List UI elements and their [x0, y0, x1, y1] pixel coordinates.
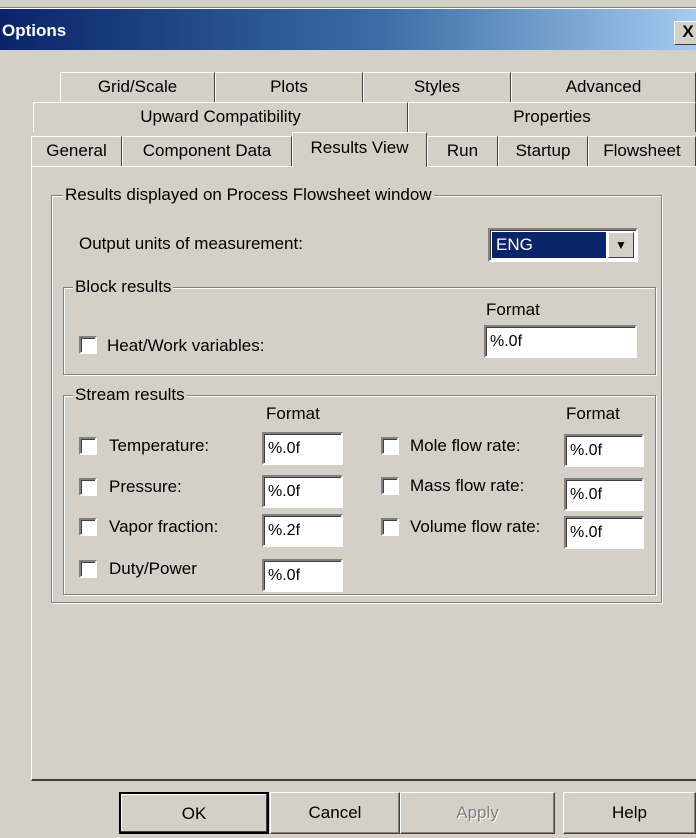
output-units-select[interactable]: ENG ▼ — [488, 228, 638, 262]
stream-format-header-right: Format — [566, 404, 620, 423]
vapor-fraction-format-field[interactable]: %.2f — [262, 514, 343, 547]
tab-run[interactable]: Run — [427, 136, 498, 166]
vapor-fraction-checkbox[interactable] — [79, 518, 97, 536]
volume-flow-label: Volume flow rate: — [410, 517, 541, 536]
tab-grid-scale[interactable]: Grid/Scale — [60, 72, 215, 102]
duty-power-format-field[interactable]: %.0f — [262, 559, 343, 592]
tab-upward-compatibility[interactable]: Upward Compatibility — [33, 102, 408, 132]
cancel-button[interactable]: Cancel — [270, 792, 400, 834]
duty-power-label: Duty/Power — [109, 559, 197, 578]
tab-advanced[interactable]: Advanced — [511, 72, 696, 102]
results-displayed-legend: Results displayed on Process Flowsheet w… — [63, 185, 434, 205]
tab-results-view[interactable]: Results View — [292, 132, 427, 167]
top-strip — [0, 0, 696, 8]
tab-styles[interactable]: Styles — [363, 72, 511, 102]
mass-flow-checkbox[interactable] — [381, 477, 399, 495]
output-units-label: Output units of measurement: — [79, 234, 303, 253]
temperature-label: Temperature: — [109, 436, 210, 455]
apply-button[interactable]: Apply — [400, 792, 555, 834]
duty-power-checkbox[interactable] — [79, 560, 97, 578]
mole-flow-label: Mole flow rate: — [410, 436, 521, 455]
pressure-format-field[interactable]: %.0f — [262, 475, 343, 508]
mole-flow-format-field[interactable]: %.0f — [564, 434, 644, 467]
stream-format-header-left: Format — [266, 404, 320, 423]
close-button[interactable]: X — [674, 21, 696, 45]
title-bar: Options X — [0, 8, 696, 50]
help-button[interactable]: Help — [563, 792, 696, 834]
heat-work-label: Heat/Work variables: — [107, 336, 265, 355]
temperature-format-field[interactable]: %.0f — [262, 432, 343, 465]
mass-flow-label: Mass flow rate: — [410, 476, 525, 495]
temperature-checkbox[interactable] — [79, 437, 97, 455]
output-units-value: ENG — [492, 232, 606, 258]
pressure-checkbox[interactable] — [79, 478, 97, 496]
tab-properties[interactable]: Properties — [408, 102, 696, 132]
tab-plots[interactable]: Plots — [215, 72, 363, 102]
pressure-label: Pressure: — [109, 477, 182, 496]
tab-component-data[interactable]: Component Data — [122, 136, 292, 166]
tab-flowsheet[interactable]: Flowsheet — [588, 136, 696, 166]
tab-general[interactable]: General — [31, 136, 122, 166]
ok-button[interactable]: OK — [119, 792, 269, 834]
tab-startup[interactable]: Startup — [498, 136, 588, 166]
block-results-legend: Block results — [73, 277, 174, 297]
mole-flow-checkbox[interactable] — [381, 437, 399, 455]
block-format-header: Format — [486, 300, 540, 319]
mass-flow-format-field[interactable]: %.0f — [564, 478, 644, 511]
stream-results-legend: Stream results — [73, 385, 187, 405]
chevron-down-icon[interactable]: ▼ — [608, 232, 634, 258]
heat-work-checkbox[interactable] — [79, 336, 97, 354]
window-title: Options — [2, 21, 67, 40]
vapor-fraction-label: Vapor fraction: — [109, 517, 219, 536]
heat-work-format-field[interactable]: %.0f — [484, 325, 637, 358]
volume-flow-format-field[interactable]: %.0f — [564, 516, 644, 549]
close-icon: X — [682, 22, 694, 41]
volume-flow-checkbox[interactable] — [381, 518, 399, 536]
